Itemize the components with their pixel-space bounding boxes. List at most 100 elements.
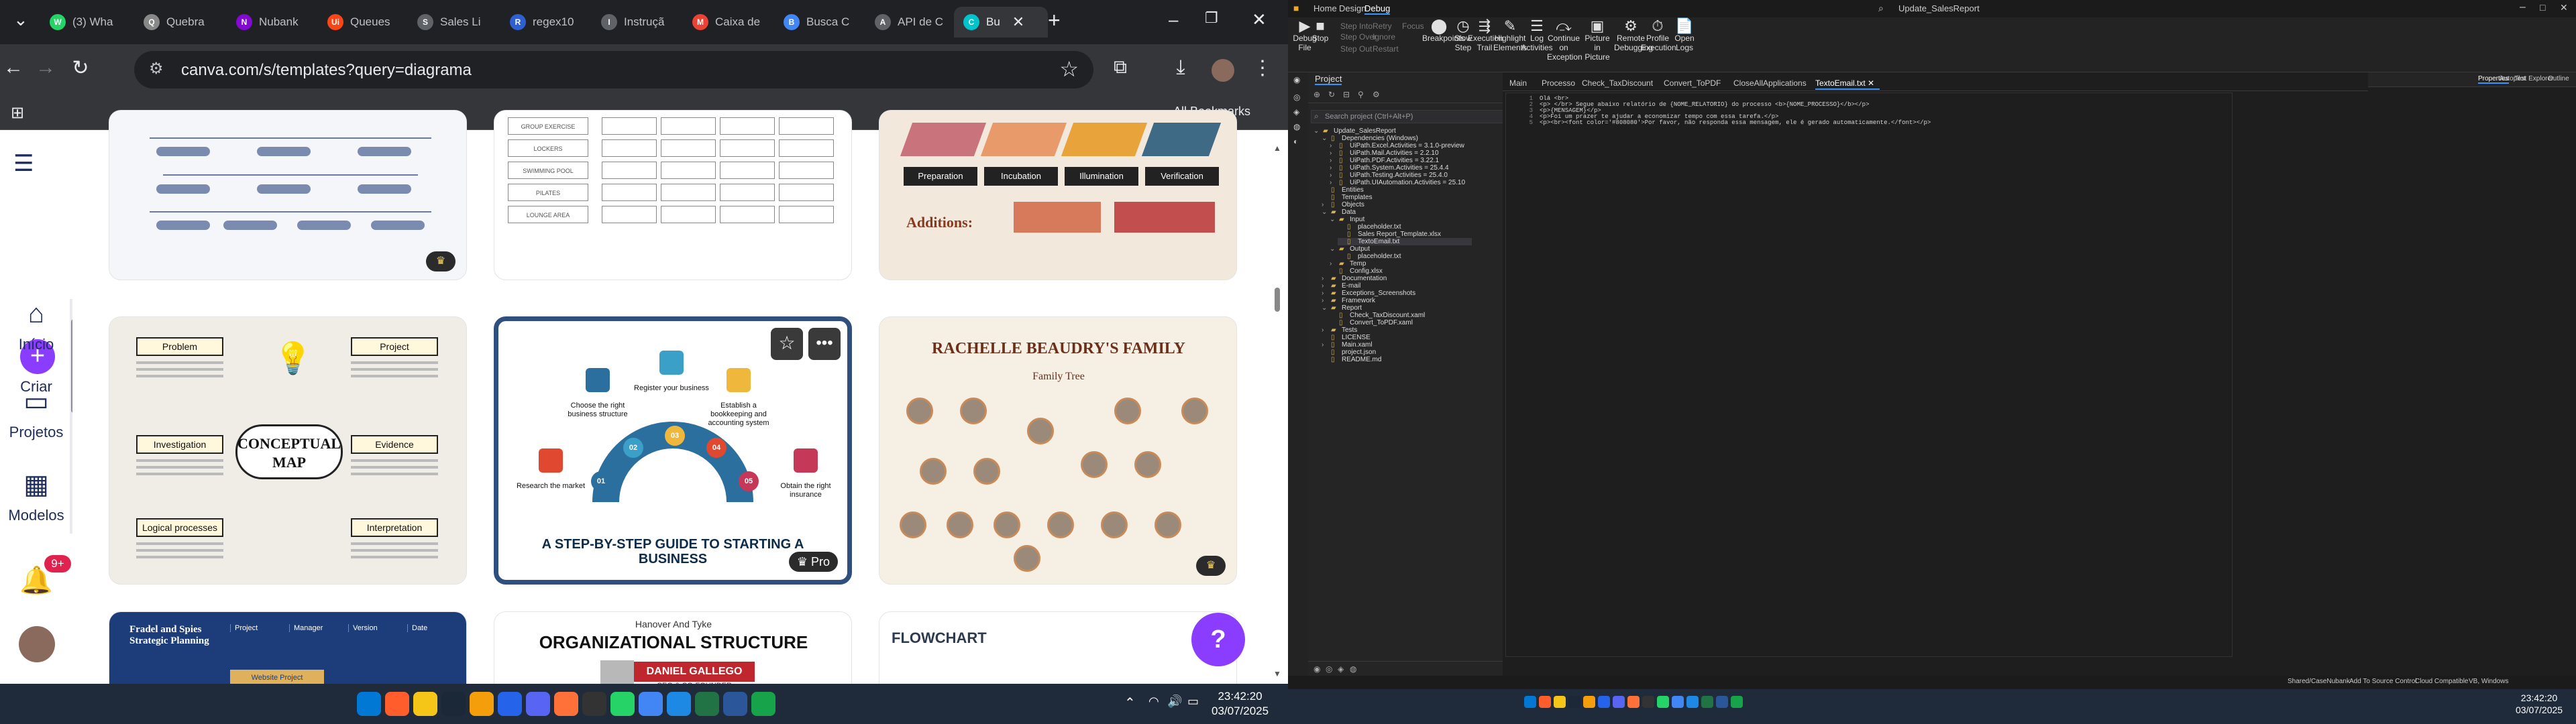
- taskbar-app-icon[interactable]: [470, 692, 494, 716]
- document-tab[interactable]: TextoEmail.txt ✕: [1815, 76, 1880, 90]
- restore-icon[interactable]: ❐: [1205, 9, 1218, 27]
- ribbon-button[interactable]: ■ Stop: [1308, 19, 1332, 44]
- url-text[interactable]: canva.com/s/templates?query=diagrama: [181, 61, 472, 80]
- taskbar-app-icon[interactable]: [1539, 696, 1551, 708]
- ribbon-small-button[interactable]: Retry: [1373, 21, 1392, 31]
- project-icon[interactable]: ◉: [1293, 75, 1300, 84]
- object-repository-icon[interactable]: ◐: [1293, 137, 1298, 146]
- tree-expand-icon[interactable]: ⌄: [1322, 304, 1331, 312]
- tree-item[interactable]: › ▯ Objects: [1322, 201, 1364, 208]
- taskbar-app-icon[interactable]: [1686, 696, 1699, 708]
- tab-search-icon[interactable]: ⌄: [13, 9, 28, 30]
- menu-icon[interactable]: ⋮: [1249, 56, 1276, 80]
- close-icon[interactable]: ✕: [2560, 2, 2568, 13]
- tree-expand-icon[interactable]: ⌄: [1330, 216, 1339, 223]
- ribbon-small-button[interactable]: Focus: [1402, 21, 1424, 31]
- taskbar-app-icon[interactable]: [1627, 696, 1640, 708]
- ribbon-button[interactable]: 📄 Open Logs: [1668, 19, 1701, 53]
- tree-expand-icon[interactable]: ›: [1322, 201, 1331, 208]
- sidebar-item-models[interactable]: ▦ Modelos: [0, 469, 72, 524]
- tree-expand-icon[interactable]: ⌄: [1322, 135, 1331, 142]
- tree-item[interactable]: ⌄ ▰ Report: [1322, 304, 1362, 312]
- back-icon[interactable]: ←: [0, 56, 27, 79]
- maximize-icon[interactable]: □: [2540, 2, 2545, 13]
- tree-expand-icon[interactable]: ›: [1330, 164, 1339, 172]
- taskbar-clock[interactable]: 23:42:20 03/07/2025: [1212, 689, 1269, 719]
- taskbar-app-icon[interactable]: [1554, 696, 1566, 708]
- tree-expand-icon[interactable]: ›: [1322, 282, 1331, 290]
- taskbar-app-icon[interactable]: [498, 692, 522, 716]
- status-item[interactable]: Add To Source Control: [2349, 678, 2416, 685]
- right-panel-tab[interactable]: Outline: [2548, 75, 2569, 82]
- tray-chevron-icon[interactable]: ⌃: [1124, 695, 1136, 711]
- tree-item[interactable]: ▯ Config.xlsx: [1330, 267, 1383, 275]
- battery-icon[interactable]: ▭: [1187, 695, 1199, 709]
- code-editor[interactable]: 1 Olá <br> 2 <p> </br> Segue abaixo relatór…: [1505, 93, 2233, 657]
- ribbon-small-button[interactable]: Step Into: [1340, 21, 1373, 31]
- taskbar-app-icon[interactable]: [1642, 696, 1654, 708]
- search-icon[interactable]: ⌕: [1878, 3, 1884, 14]
- browser-tab[interactable]: Q Quebra: [134, 7, 221, 38]
- status-item[interactable]: VB, Windows: [2469, 678, 2508, 685]
- project-search-field[interactable]: ⌕ Search project (Ctrl+Alt+P): [1311, 110, 1517, 123]
- hamburger-menu-icon[interactable]: ☰: [13, 150, 34, 177]
- browser-tab[interactable]: M Caixa de: [683, 7, 770, 38]
- tree-item[interactable]: ⌄ ▰ Output: [1330, 245, 1370, 253]
- forward-icon[interactable]: →: [32, 56, 59, 79]
- reload-icon[interactable]: ↻: [67, 56, 94, 80]
- user-avatar[interactable]: [19, 626, 55, 662]
- taskbar-app-icon[interactable]: [1613, 696, 1625, 708]
- extensions-icon[interactable]: ⧉: [1107, 56, 1134, 78]
- tree-item[interactable]: ▯ LICENSE: [1322, 334, 1371, 341]
- taskbar-app-icon[interactable]: [723, 692, 747, 716]
- tree-item[interactable]: ▯ TextoEmail.txt: [1338, 238, 1472, 245]
- studio-menu-item[interactable]: Debug: [1364, 3, 1391, 15]
- settings-icon[interactable]: ⚙: [1373, 90, 1380, 99]
- document-tab[interactable]: Processo: [1542, 76, 1575, 90]
- taskbar-app-icon[interactable]: [1672, 696, 1684, 708]
- creative-process-template-card[interactable]: Preparation Incubation Illumination Verific…: [879, 110, 1237, 280]
- collapse-icon[interactable]: ⊟: [1343, 90, 1350, 99]
- taskbar-app-icon[interactable]: [582, 692, 606, 716]
- download-icon[interactable]: ⤓: [1167, 56, 1194, 79]
- taskbar-app-icon[interactable]: [357, 692, 381, 716]
- site-info-icon[interactable]: ⚙: [149, 59, 164, 78]
- taskbar-app-icon[interactable]: [667, 692, 691, 716]
- close-tab-icon[interactable]: ✕: [1866, 78, 1874, 88]
- code-line[interactable]: 5 <p><br><font color='#808080'>Por favor,…: [1506, 120, 1931, 126]
- snippets-icon[interactable]: ◈: [1293, 107, 1299, 117]
- pool-schedule-template-card[interactable]: GROUP EXERCISE LOCKERS SWIMMING POOL PILATE…: [494, 110, 852, 280]
- sidebar-item-home[interactable]: ⌂ Início: [0, 299, 72, 353]
- tree-item[interactable]: › ▰ Temp: [1330, 260, 1366, 267]
- tree-item[interactable]: ⌄ ▰ Data: [1322, 208, 1356, 216]
- taskbar-app-icon[interactable]: [1657, 696, 1669, 708]
- tree-expand-icon[interactable]: ›: [1330, 179, 1339, 186]
- studio-menu-item[interactable]: Design: [1339, 3, 1366, 13]
- taskbar-app-icon[interactable]: [1598, 696, 1610, 708]
- project-tab-icon[interactable]: ◉: [1313, 664, 1320, 674]
- taskbar-app-icon[interactable]: [695, 692, 719, 716]
- data-tab-icon[interactable]: ◍: [1350, 664, 1356, 674]
- tree-item[interactable]: › ▰ Tests: [1322, 326, 1357, 334]
- tree-item[interactable]: ⌄ ▰ Input: [1330, 216, 1364, 223]
- org-chart-template-card[interactable]: ♛: [109, 110, 467, 280]
- taskbar-app-icon[interactable]: [526, 692, 550, 716]
- page-scrollbar[interactable]: ▲ ▼: [1273, 143, 1281, 680]
- browser-tab[interactable]: Rregex10: [500, 7, 588, 38]
- activities-icon[interactable]: ◎: [1293, 93, 1300, 102]
- taskbar-app-icon[interactable]: [610, 692, 635, 716]
- taskbar-app-icon[interactable]: [1524, 696, 1536, 708]
- browser-tab[interactable]: W (3) Wha: [40, 7, 127, 38]
- document-tab[interactable]: Check_TaxDiscount: [1582, 76, 1656, 90]
- ribbon-button[interactable]: ▣ Picture in Picture: [1580, 19, 1614, 62]
- ribbon-small-button[interactable]: Step Out: [1340, 44, 1372, 54]
- tree-item[interactable]: ▯ placeholder.txt: [1338, 223, 1401, 231]
- browser-tab[interactable]: B Busca C: [774, 7, 861, 38]
- tree-item[interactable]: ▯ Check_TaxDiscount.xaml: [1330, 312, 1425, 319]
- tree-item[interactable]: › ▯ UiPath.Excel.Activities = 3.1.0-previe…: [1330, 142, 1464, 149]
- taskbar-app-icon[interactable]: [639, 692, 663, 716]
- tree-expand-icon[interactable]: ›: [1330, 260, 1339, 267]
- favorite-star-button[interactable]: ☆: [771, 328, 803, 360]
- tree-item[interactable]: › ▯ Main.xaml: [1322, 341, 1373, 349]
- tree-expand-icon[interactable]: ›: [1330, 149, 1339, 157]
